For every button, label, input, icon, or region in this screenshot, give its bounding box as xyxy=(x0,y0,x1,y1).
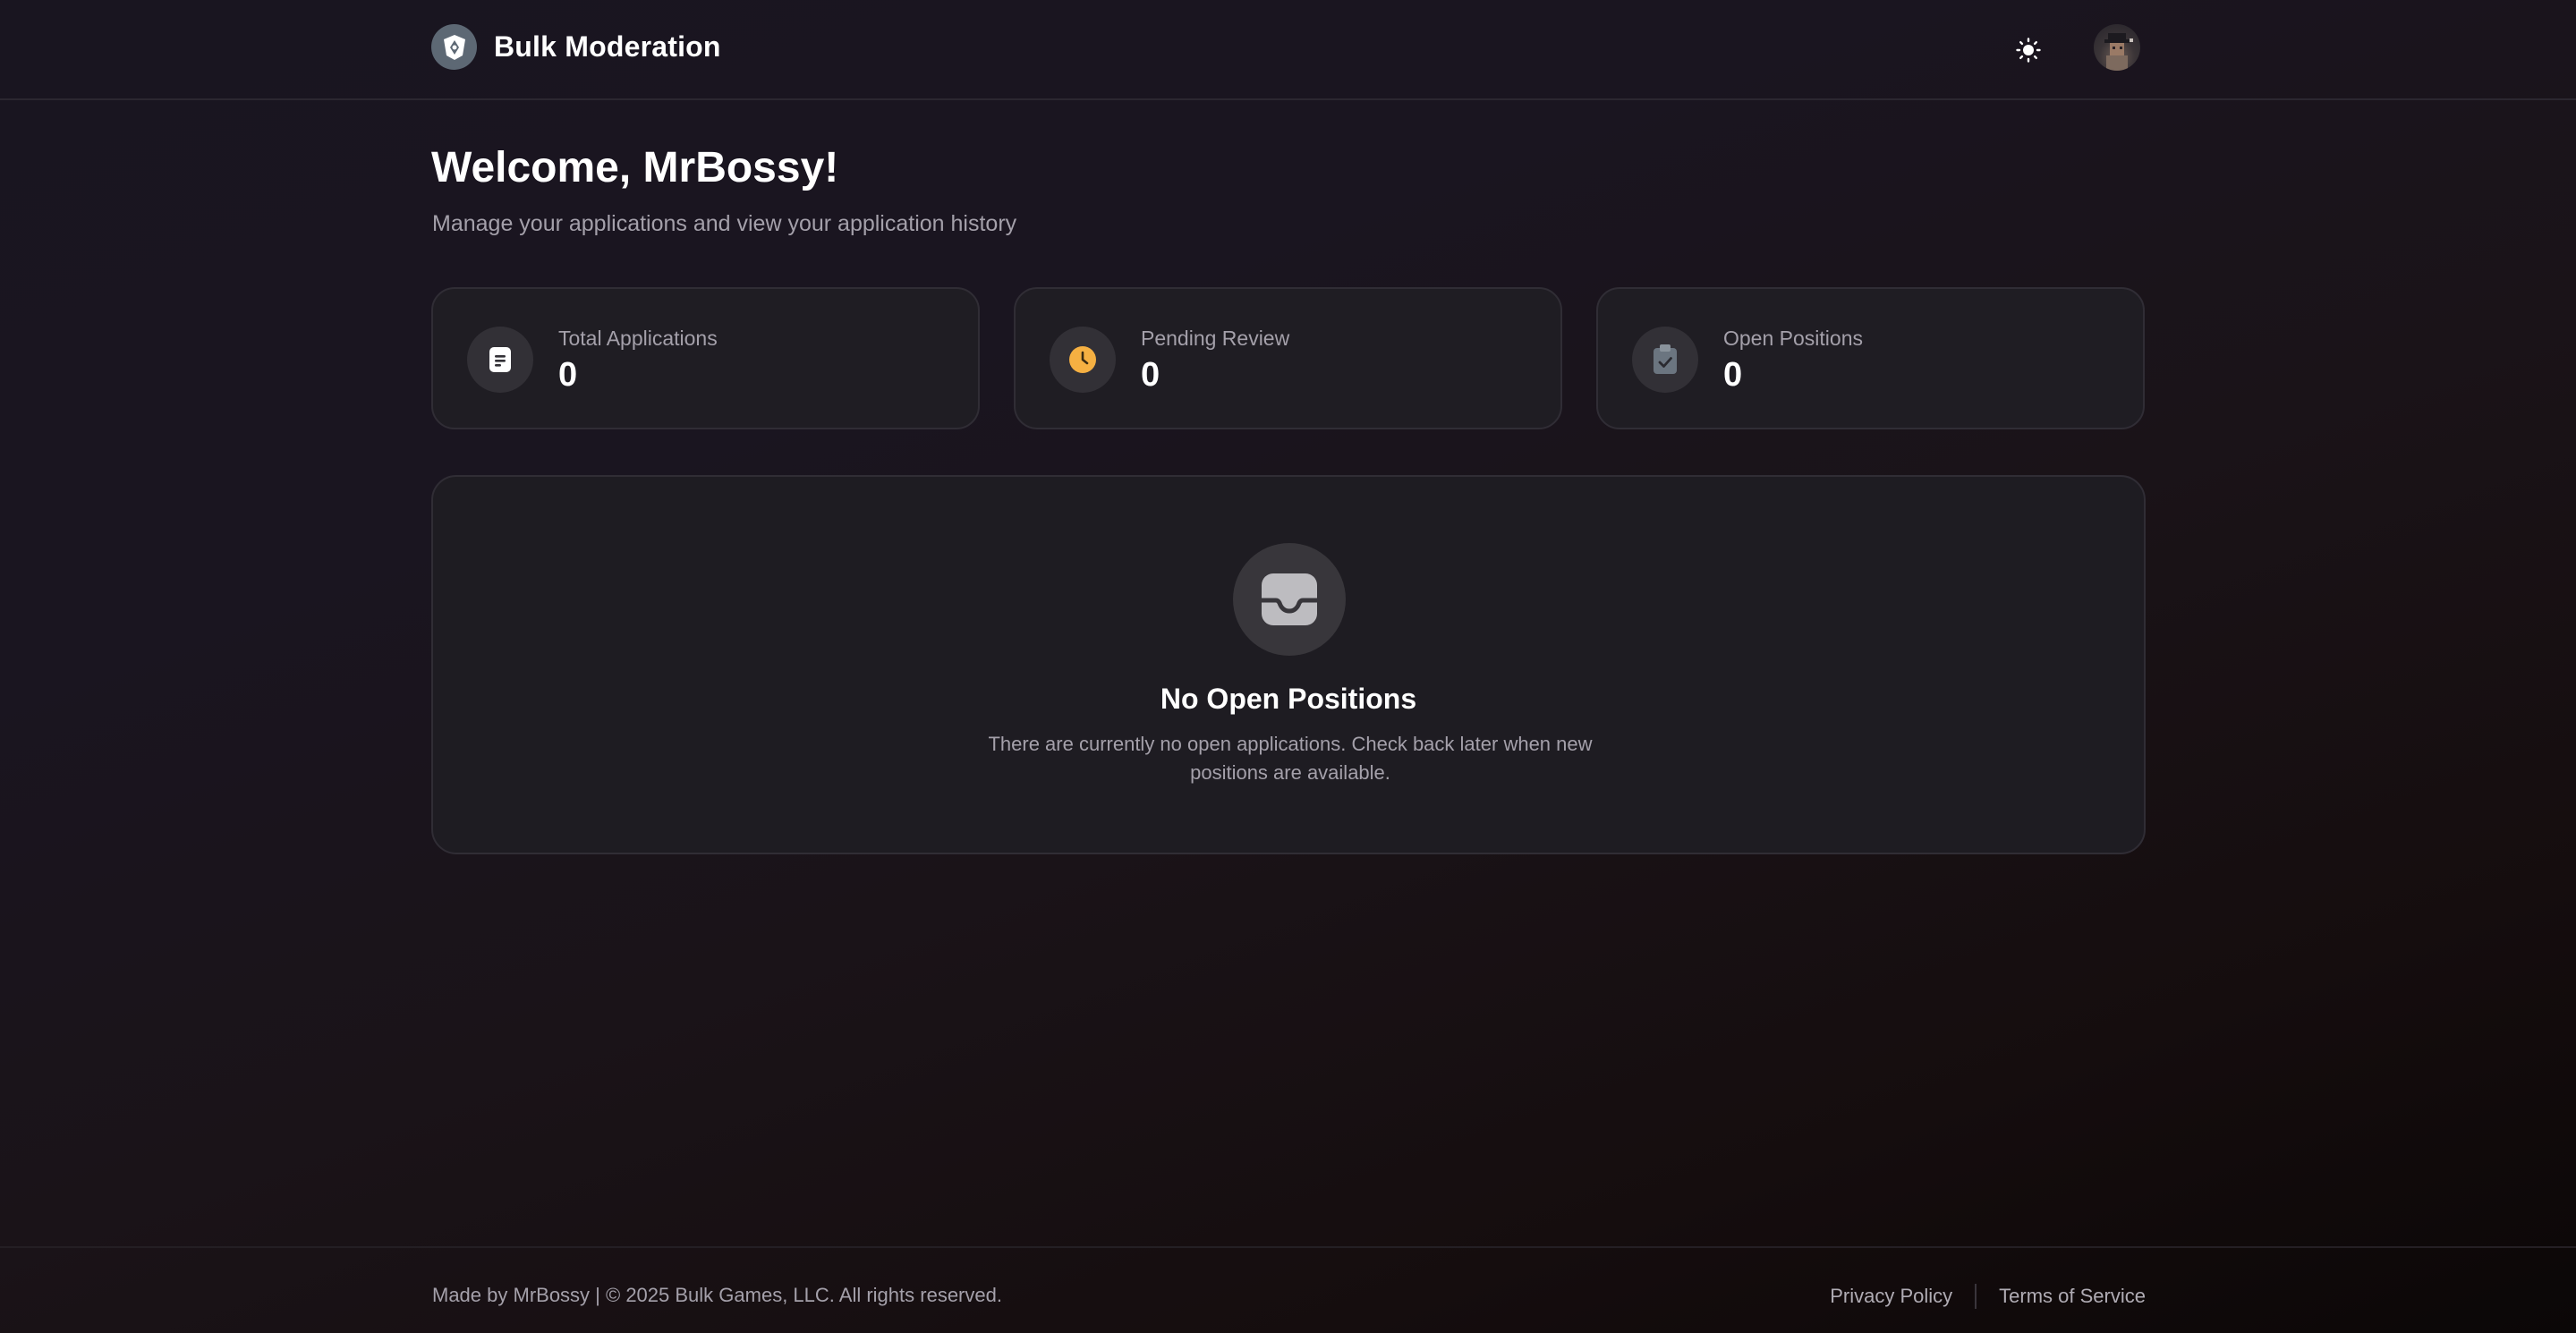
brand[interactable]: Bulk Moderation xyxy=(431,24,721,70)
open-positions-panel: No Open Positions There are currently no… xyxy=(431,475,2146,854)
clipboard-check-icon xyxy=(1632,327,1698,393)
footer-divider xyxy=(1975,1284,1977,1309)
sun-icon xyxy=(2016,38,2041,63)
stat-card-pending-review: Pending Review 0 xyxy=(1014,287,1562,429)
inbox-icon xyxy=(1233,543,1346,656)
page-subtitle: Manage your applications and view your a… xyxy=(432,211,1017,236)
page-title: Welcome, MrBossy! xyxy=(431,144,839,191)
top-navbar: Bulk Moderation xyxy=(0,0,2576,100)
theme-toggle-button[interactable] xyxy=(2011,32,2046,68)
stat-label: Pending Review xyxy=(1141,327,1290,350)
stat-label: Total Applications xyxy=(558,327,718,350)
document-icon xyxy=(467,327,533,393)
stat-value: 0 xyxy=(1141,356,1160,394)
brand-title: Bulk Moderation xyxy=(494,30,721,63)
stat-card-total-applications: Total Applications 0 xyxy=(431,287,980,429)
stat-card-open-positions: Open Positions 0 xyxy=(1596,287,2145,429)
footer-copyright: Made by MrBossy | © 2025 Bulk Games, LLC… xyxy=(432,1284,1002,1306)
user-avatar[interactable] xyxy=(2094,24,2140,71)
stat-label: Open Positions xyxy=(1723,327,1863,350)
privacy-policy-link[interactable]: Privacy Policy xyxy=(1830,1285,1952,1308)
shield-logo-icon xyxy=(431,24,477,70)
clock-icon xyxy=(1050,327,1116,393)
terms-of-service-link[interactable]: Terms of Service xyxy=(1999,1285,2146,1308)
empty-state-description: There are currently no open applications… xyxy=(988,733,1593,784)
empty-state-title: No Open Positions xyxy=(1160,683,1417,715)
footer: Made by MrBossy | © 2025 Bulk Games, LLC… xyxy=(0,1246,2576,1333)
stat-value: 0 xyxy=(558,356,578,394)
footer-links: Privacy Policy Terms of Service xyxy=(1830,1284,2146,1309)
stat-value: 0 xyxy=(1723,356,1743,394)
